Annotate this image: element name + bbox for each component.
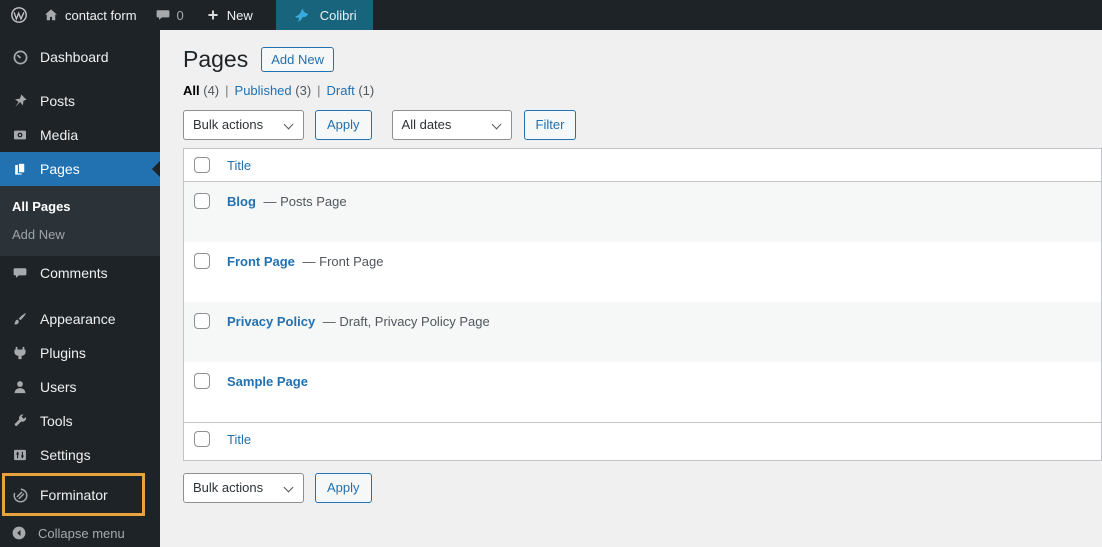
sidebar-item-users[interactable]: Users [0,370,160,404]
table-header-row: Title [184,149,1101,182]
chevron-down-icon [491,120,501,130]
home-icon [43,7,59,23]
sidebar-item-media[interactable]: Media [0,118,160,152]
page-title-link[interactable]: Blog [227,194,256,209]
sidebar-item-appearance[interactable]: Appearance [0,302,160,336]
apply-button-bottom[interactable]: Apply [315,473,372,503]
post-state: — Front Page [303,254,384,269]
pages-table: Title Blog — Posts Page Front Page — Fro… [183,148,1102,461]
table-nav-bottom: Bulk actions Apply [183,473,1102,503]
pin-icon [11,92,29,110]
sidebar-item-settings[interactable]: Settings [0,438,160,472]
sidebar-item-comments[interactable]: Comments [0,256,160,290]
filter-all-link[interactable]: All (4) [183,83,219,98]
table-row: Front Page — Front Page [184,242,1101,302]
status-filter-links: All (4) | Published (3) | Draft (1) [183,83,1102,98]
sidebar-item-tools[interactable]: Tools [0,404,160,438]
post-state: — Posts Page [264,194,347,209]
page-title-link[interactable]: Front Page [227,254,295,269]
comment-bubble-icon [155,7,171,23]
select-all-checkbox[interactable] [194,431,210,447]
chevron-down-icon [284,120,294,130]
collapse-menu-button[interactable]: Collapse menu [0,519,160,547]
bulk-actions-select[interactable]: Bulk actions [183,110,304,140]
filter-separator: | [317,83,320,98]
add-new-page-button[interactable]: Add New [261,47,334,72]
admin-bar-colibri-tab[interactable]: Colibri [276,0,373,30]
bulk-actions-select-bottom[interactable]: Bulk actions [183,473,304,503]
sidebar-item-posts[interactable]: Posts [0,84,160,118]
admin-bar: contact form 0 New Colibri [0,0,1102,30]
sidebar-item-pages[interactable]: Pages [0,152,160,186]
admin-bar-comments[interactable]: 0 [155,7,184,23]
sliders-icon [11,446,29,464]
table-row: Sample Page [184,362,1101,422]
comments-count: 0 [177,8,184,23]
select-all-checkbox[interactable] [194,157,210,173]
submenu-item-all-pages[interactable]: All Pages [0,192,160,220]
row-checkbox[interactable] [194,253,210,269]
apply-button[interactable]: Apply [315,110,372,140]
pages-icon [11,160,29,178]
sidebar-item-dashboard[interactable]: Dashboard [0,40,160,74]
filter-draft-link[interactable]: Draft (1) [327,83,375,98]
forminator-icon [11,486,29,504]
pages-submenu: All Pages Add New [0,186,160,256]
pages-admin-content: Pages Add New All (4) | Published (3) | Draf… [160,30,1102,547]
admin-bar-site-menu[interactable]: contact form [43,7,137,23]
table-nav-top: Bulk actions Apply All dates Filter [183,110,1102,140]
camera-icon [11,126,29,144]
admin-bar-new-menu[interactable]: New [206,8,253,23]
row-checkbox[interactable] [194,313,210,329]
title-column-header[interactable]: Title [227,158,251,173]
user-icon [11,378,29,396]
plus-icon [206,8,220,22]
table-row: Blog — Posts Page [184,182,1101,242]
admin-sidebar: Dashboard Posts Media Pages [0,30,160,547]
row-checkbox[interactable] [194,193,210,209]
page-title: Pages [183,46,248,73]
sidebar-item-forminator[interactable]: Forminator [0,478,160,512]
colibri-bird-icon [292,6,311,25]
dashboard-icon [11,48,29,66]
wordpress-logo-icon[interactable] [10,6,28,24]
filter-published-link[interactable]: Published (3) [235,83,312,98]
collapse-icon [11,525,27,541]
brush-icon [11,310,29,328]
comment-icon [11,264,29,282]
page-title-link[interactable]: Privacy Policy [227,314,315,329]
dates-filter-select[interactable]: All dates [392,110,512,140]
page-title-link[interactable]: Sample Page [227,374,308,389]
sidebar-item-plugins[interactable]: Plugins [0,336,160,370]
submenu-item-add-new[interactable]: Add New [0,220,160,248]
post-state: — Draft, Privacy Policy Page [323,314,490,329]
site-name: contact form [65,8,137,23]
filter-button[interactable]: Filter [524,110,577,140]
plug-icon [11,344,29,362]
filter-separator: | [225,83,228,98]
new-label: New [227,8,253,23]
table-row: Privacy Policy — Draft, Privacy Policy P… [184,302,1101,362]
row-checkbox[interactable] [194,373,210,389]
wrench-icon [11,412,29,430]
chevron-down-icon [284,483,294,493]
colibri-label: Colibri [320,8,357,23]
title-column-footer[interactable]: Title [227,432,251,447]
table-footer-row: Title [184,422,1101,460]
